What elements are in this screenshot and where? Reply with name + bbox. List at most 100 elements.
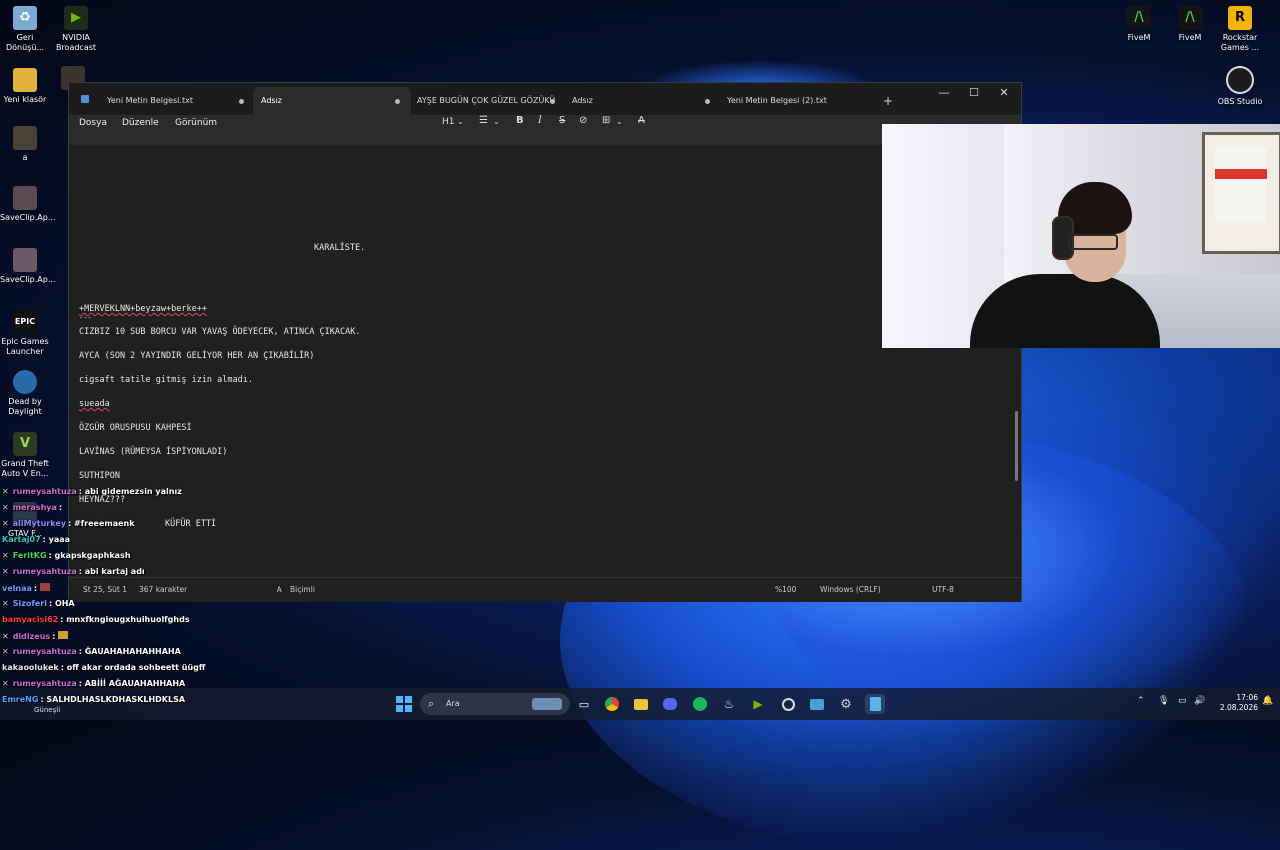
line-ending[interactable]: Windows (CRLF) — [820, 585, 881, 594]
close-button[interactable]: ✕ — [989, 83, 1019, 103]
desktop-icon-obs[interactable]: OBS Studio — [1215, 66, 1265, 107]
strikethrough-button[interactable]: S — [559, 114, 565, 128]
chat-text: : ĞAUAHAHAHAHHAHA — [78, 647, 181, 656]
clock[interactable]: 17:06 2.08.2026 — [1212, 693, 1258, 713]
tab-label: Adsız — [261, 96, 282, 105]
microphone-icon[interactable]: 🎙 — [1158, 696, 1169, 706]
settings-button[interactable]: ⚙ — [836, 694, 856, 714]
zoom-level[interactable]: %100 — [775, 585, 796, 594]
obs-icon — [781, 697, 795, 711]
gear-icon: ⚙ — [840, 696, 852, 712]
chat-username: didizeus — [12, 632, 51, 641]
nvidia-button[interactable]: ▶ — [748, 694, 768, 714]
text-line: +MERVEKLNN+beyzaw+berke++ — [79, 304, 207, 314]
tab-ayse[interactable]: AYŞE BUGÜN ÇOK GÜZEL GÖZÜKÜ — [409, 87, 567, 115]
text-editor[interactable]: KARALİSTE. +MERVEKLNN+beyzaw+berke++ ---… — [69, 145, 1021, 577]
encoding[interactable]: UTF-8 — [932, 585, 954, 594]
notepad-app-icon — [81, 95, 89, 103]
desktop-icon-label: Grand Theft Auto V En... — [1, 459, 49, 478]
desktop-icon-rockstar[interactable]: R Rockstar Games ... — [1215, 6, 1265, 53]
tab-yeni-metin-belgesi-2[interactable]: Yeni Metin Belgesi (2).txt — [719, 87, 877, 115]
menu-file[interactable]: Dosya — [79, 117, 107, 129]
start-button[interactable] — [394, 694, 414, 714]
notification-bell-icon[interactable]: 🔔 — [1262, 696, 1273, 706]
desktop-icon-label: Geri Dönüşü... — [5, 33, 45, 52]
file-explorer-button[interactable] — [631, 694, 651, 714]
desktop-icon-saveclip-1[interactable]: SaveClip.Ap... — [0, 186, 55, 223]
steam-button[interactable]: ♨ — [719, 694, 739, 714]
desktop-icon-new-folder[interactable]: Yeni klasör — [0, 68, 50, 105]
network-icon[interactable]: ▭ — [1178, 696, 1187, 706]
table-icon[interactable]: ⊞ — [602, 114, 610, 128]
text-line: cigsaft tatile gitmiş izin almadı. — [79, 375, 253, 385]
desktop-icon-a[interactable]: a — [0, 126, 50, 163]
nvidia-broadcast-icon: ▶ — [64, 6, 88, 30]
chat-x-icon: ✕ — [2, 503, 9, 512]
desktop-icon-epic-games[interactable]: EPIC Epic Games Launcher — [0, 310, 50, 357]
minimize-button[interactable]: — — [929, 83, 959, 103]
chat-username: rumeysahtuza — [12, 647, 77, 656]
list-icon[interactable]: ☰ — [479, 114, 488, 128]
tab-adsiz-2[interactable]: Adsız — [564, 87, 722, 115]
chat-username: EmreNG — [2, 695, 39, 704]
desktop-icon-gta-v[interactable]: V Grand Theft Auto V En... — [0, 432, 50, 479]
link-icon[interactable]: ⊘ — [579, 114, 587, 128]
rockstar-icon: R — [1228, 6, 1252, 30]
chat-message: ✕ aliMyturkey: #freeemaenk — [2, 519, 135, 529]
weather-text[interactable]: Güneşli — [34, 706, 60, 714]
recycle-bin-icon: ♻ — [13, 6, 37, 30]
obs-button[interactable] — [778, 694, 798, 714]
tab-bar: Yeni Metin Belgesi.txt Adsız AYŞE BUGÜN … — [69, 83, 1021, 115]
minimize-icon: — — [938, 86, 950, 99]
heading-dropdown[interactable]: H1 — [442, 115, 455, 129]
chat-username: merashya — [12, 503, 57, 512]
desktop-icon-recycle-bin[interactable]: ♻ Geri Dönüşü... — [0, 6, 50, 53]
menu-view[interactable]: Görünüm — [175, 117, 217, 129]
tab-adsiz-active[interactable]: Adsız — [253, 87, 411, 115]
desktop-icon-label: Epic Games Launcher — [1, 337, 49, 356]
maximize-button[interactable]: ☐ — [959, 83, 989, 103]
notepad-taskbar-button[interactable] — [865, 694, 885, 714]
close-icon: ✕ — [999, 86, 1009, 99]
clock-date: 2.08.2026 — [1219, 703, 1258, 712]
format-mode[interactable]: Biçimli — [290, 585, 315, 594]
chevron-up-icon[interactable]: ⌃ — [1137, 696, 1145, 706]
desktop-icon-nvidia-broadcast[interactable]: ▶ NVIDIA Broadcast — [51, 6, 101, 53]
chevron-down-icon: ⌄ — [457, 117, 464, 126]
discord-button[interactable] — [660, 694, 680, 714]
fivem-icon: /\ — [1127, 6, 1151, 30]
spotify-icon — [693, 697, 707, 711]
desktop-icon-fivem-1[interactable]: /\ FiveM — [1114, 6, 1164, 43]
chat-text: : — [33, 584, 38, 593]
chat-text: : mnxfkngiougxhuihuolfghds — [60, 615, 190, 624]
vertical-scrollbar[interactable] — [1015, 411, 1018, 481]
spotify-button[interactable] — [690, 694, 710, 714]
new-tab-button[interactable]: + — [883, 87, 899, 115]
chat-x-icon: ✕ — [2, 487, 9, 496]
chat-text: : — [58, 503, 63, 512]
menu-edit[interactable]: Düzenle — [122, 117, 159, 129]
desktop-icon-label: Rockstar Games ... — [1220, 33, 1260, 52]
app-button[interactable] — [807, 694, 827, 714]
desktop-icon-saveclip-2[interactable]: SaveClip.Ap... — [0, 248, 55, 285]
desktop-icon-label: FiveM — [1127, 33, 1151, 42]
tab-label: Adsız — [572, 96, 593, 105]
emote-icon — [40, 583, 51, 591]
text-line: --- — [79, 314, 92, 322]
chevron-down-icon: ⌄ — [493, 117, 500, 126]
chat-message: Kartaj07: yaaa — [2, 535, 70, 545]
chevron-down-icon: ⌄ — [616, 117, 623, 126]
bold-button[interactable]: B — [516, 114, 524, 128]
chrome-button[interactable] — [602, 694, 622, 714]
desktop-icon-fivem-2[interactable]: /\ FiveM — [1165, 6, 1215, 43]
italic-button[interactable]: I — [538, 114, 542, 128]
chat-message: ✕ merashya: — [2, 503, 62, 513]
task-view-button[interactable]: ▭ — [574, 694, 594, 714]
tab-yeni-metin-belgesi[interactable]: Yeni Metin Belgesi.txt — [99, 87, 257, 115]
volume-icon[interactable]: 🔊 — [1194, 696, 1205, 706]
chat-message: velnaa: — [2, 583, 51, 594]
taskbar-search[interactable]: ⌕ Ara — [420, 693, 570, 715]
desktop-icon-dead-by-daylight[interactable]: Dead by Daylight — [0, 370, 50, 417]
clear-formatting-icon[interactable]: A — [638, 114, 645, 128]
chat-x-icon: ✕ — [2, 647, 9, 656]
